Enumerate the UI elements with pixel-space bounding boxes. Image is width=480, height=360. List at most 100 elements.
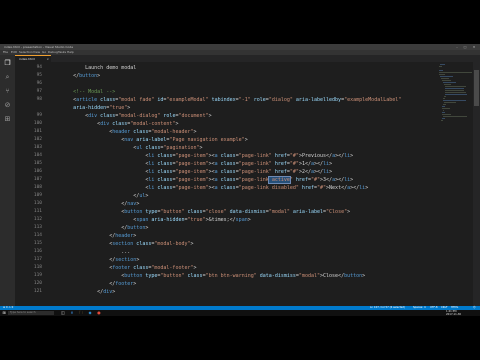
code-line[interactable]: aria-hidden="true">: [49, 104, 130, 112]
code-line[interactable]: </button>: [49, 72, 100, 80]
code-line[interactable]: <!-- Modal -->: [49, 88, 115, 96]
code-token: tabindex: [208, 97, 236, 103]
code-token: class: [97, 97, 116, 103]
close-window-button[interactable]: ✕: [471, 45, 477, 49]
code-token: "page-item": [175, 177, 209, 183]
taskbar-search-box[interactable]: Type here to search: [8, 311, 54, 315]
code-token: "page-item": [175, 153, 209, 159]
code-area[interactable]: Launch demo modal </button> <!-- Modal -…: [49, 62, 435, 306]
code-line[interactable]: </button>: [49, 224, 148, 232]
code-token: <: [49, 273, 125, 279]
code-token: class: [217, 153, 236, 159]
extensions-icon[interactable]: ⊞: [3, 115, 12, 124]
code-token: <: [49, 161, 149, 167]
scrollbar-thumb[interactable]: [474, 70, 479, 106]
code-line[interactable]: <div class="modal-dialog" role="document…: [49, 112, 212, 120]
code-line[interactable]: </nav>: [49, 200, 139, 208]
letterbox-bottom: [0, 316, 480, 360]
line-number: 101: [33, 129, 42, 134]
code-token: role: [160, 113, 176, 119]
code-line[interactable]: Launch demo modal: [49, 64, 136, 72]
code-token: <: [49, 121, 101, 127]
minimize-button[interactable]: –: [454, 45, 460, 49]
code-token: >: [244, 137, 248, 143]
code-line[interactable]: <li class="page-item"><a class="page-lin…: [49, 176, 353, 184]
code-line[interactable]: <li class="page-item"><a class="page-lin…: [49, 184, 368, 192]
code-token: href: [271, 153, 287, 159]
code-line[interactable]: <header class="modal-header">: [49, 128, 196, 136]
code-token: >2</: [298, 169, 311, 175]
tab-label: index.html: [19, 57, 35, 61]
minimap-line: [441, 78, 450, 79]
code-token: >: [97, 73, 101, 79]
line-number: 100: [33, 121, 42, 126]
tab-index-html[interactable]: index.html ×: [15, 55, 51, 62]
maximize-button[interactable]: □: [462, 45, 468, 49]
code-token: class: [184, 273, 203, 279]
minimap-line: [445, 88, 464, 89]
code-token: <: [49, 217, 137, 223]
code-line[interactable]: <div class="modal-content">: [49, 120, 178, 128]
code-token: >: [350, 153, 354, 159]
code-token: >3</: [320, 177, 333, 183]
code-line[interactable]: <ul class="pagination">: [49, 144, 202, 152]
code-token: "modal": [268, 209, 290, 215]
code-token: "-1": [238, 97, 251, 103]
code-token: >: [193, 265, 197, 271]
minimap-line: [441, 120, 443, 121]
line-number: 120: [33, 281, 42, 286]
code-token: >: [247, 217, 251, 223]
debug-icon[interactable]: ⊘: [3, 101, 12, 110]
code-token: <: [49, 209, 125, 215]
code-token: "button": [160, 209, 185, 215]
code-line[interactable]: <li class="page-item"><a class="page-lin…: [49, 152, 353, 160]
minimap[interactable]: [435, 62, 473, 306]
files-icon[interactable]: ❐: [3, 59, 12, 68]
code-token: button: [124, 209, 143, 215]
code-token: </: [49, 281, 116, 287]
code-token: >1</: [298, 161, 311, 167]
minimap-line: [439, 70, 444, 71]
code-token: >Next</: [326, 185, 348, 191]
source-control-icon[interactable]: ⑂: [3, 87, 12, 96]
code-token: button: [127, 225, 146, 231]
line-number: 115: [33, 241, 42, 246]
line-number: 94: [36, 65, 42, 70]
code-token: class: [142, 145, 161, 151]
search-icon[interactable]: ⌕: [3, 73, 12, 82]
code-line[interactable]: <li class="page-item"><a class="page-lin…: [49, 160, 332, 168]
code-line[interactable]: <section class="modal-body">: [49, 240, 193, 248]
code-token: href: [271, 169, 287, 175]
code-line[interactable]: </footer>: [49, 280, 136, 288]
line-number: 105: [33, 161, 42, 166]
code-line[interactable]: <article class="modal fade" id="exampleM…: [49, 96, 401, 104]
code-line[interactable]: <span aria-hidden="true">&times;</span>: [49, 216, 251, 224]
code-line[interactable]: <button type="button" class="btn btn-war…: [49, 272, 365, 280]
code-token: "btn btn-warning": [205, 273, 257, 279]
code-token: type: [142, 273, 158, 279]
code-editor[interactable]: 94 95 96 97 98 99 100 101 102 103 104 105 106 107 108 1…: [15, 62, 435, 306]
code-token: "#": [289, 153, 299, 159]
code-token: href: [298, 185, 314, 191]
code-token: "modal-body": [154, 241, 191, 247]
code-token: footer: [112, 265, 131, 271]
code-line[interactable]: </ul>: [49, 192, 148, 200]
code-line[interactable]: </div>: [49, 288, 115, 296]
code-token: >: [145, 193, 149, 199]
line-number: 116: [33, 249, 42, 254]
code-line[interactable]: <button type="button" class="close" data…: [49, 208, 350, 216]
code-line[interactable]: </header>: [49, 232, 136, 240]
code-line[interactable]: ...: [49, 248, 130, 256]
code-line[interactable]: <footer class="modal-footer">: [49, 264, 197, 272]
code-token: Launch demo modal: [49, 65, 137, 71]
code-token: <: [49, 169, 149, 175]
code-token: </: [49, 257, 116, 263]
code-line[interactable]: </section>: [49, 256, 139, 264]
code-line[interactable]: <nav aria-label="Page navigation example…: [49, 136, 248, 144]
line-number: 95: [36, 73, 42, 78]
minimap-line: [440, 64, 446, 65]
code-token: class: [154, 161, 173, 167]
code-line[interactable]: <li class="page-item"><a class="page-lin…: [49, 168, 332, 176]
vertical-scrollbar[interactable]: [473, 62, 480, 306]
code-token: "close": [205, 209, 227, 215]
